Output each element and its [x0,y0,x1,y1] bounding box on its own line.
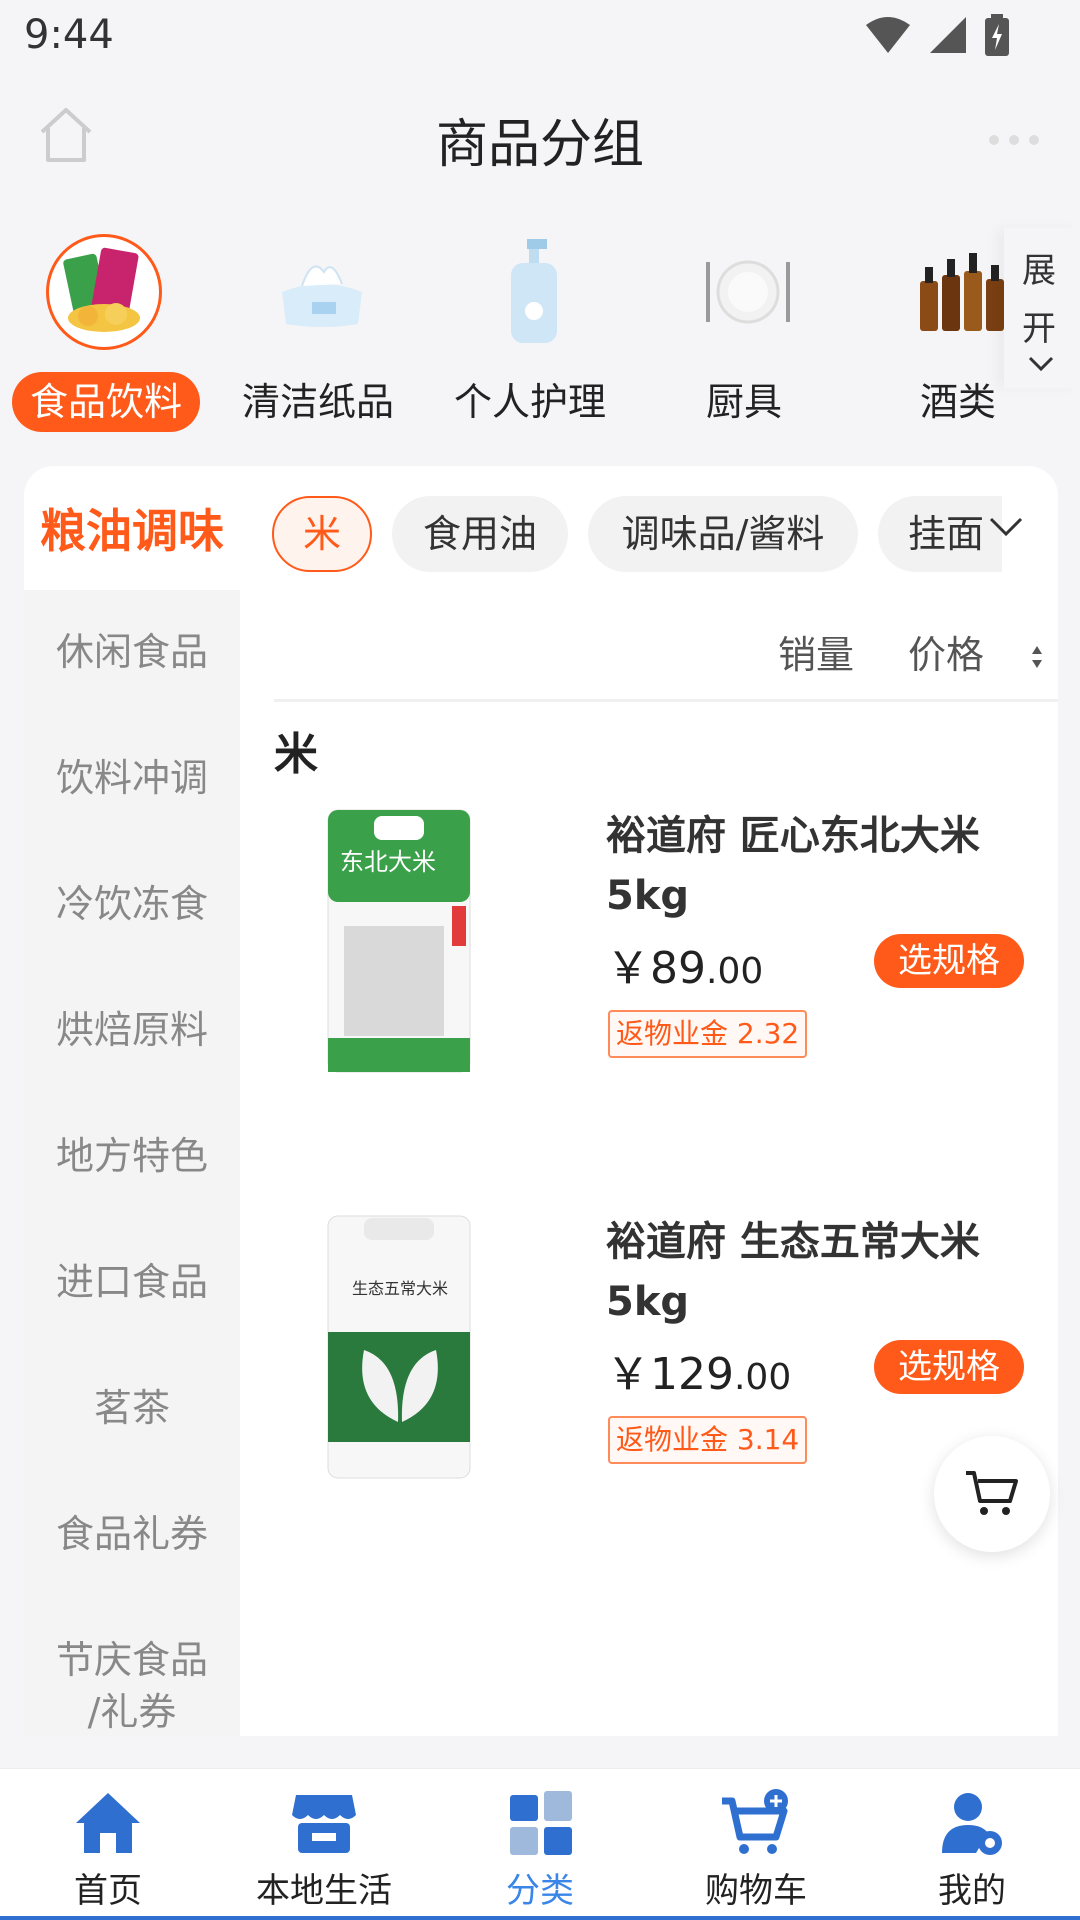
category-icon [510,1791,572,1855]
category-personal-care[interactable]: 个人护理 [430,228,630,448]
category-cleaning-paper[interactable]: 清洁纸品 [218,228,418,448]
tab-home[interactable]: 首页 [0,1769,216,1920]
sort-bar: 销量 价格 [274,606,1058,702]
sidebar-item[interactable]: 饮料冲调 [24,752,240,804]
product-price: ￥89.00 [606,943,764,994]
rebate-badge: 返物业金 3.14 [608,1416,808,1464]
sidebar-item[interactable]: 冷饮冻食 [24,878,240,930]
chevron-down-icon[interactable] [988,516,1024,538]
main-panel: 粮油调味 休闲食品 饮料冲调 冷饮冻食 烘焙原料 地方特色 进口食品 茗茶 食品… [24,466,1058,1736]
user-settings-icon [942,1793,1002,1855]
battery-icon [985,14,1009,56]
sidebar: 休闲食品 饮料冲调 冷饮冻食 烘焙原料 地方特色 进口食品 茗茶 食品礼券 节庆… [24,590,240,1736]
tab-mine[interactable]: 我的 [864,1769,1080,1920]
rebate-badge: 返物业金 2.32 [608,1010,808,1058]
chip-seasoning[interactable]: 调味品/酱料 [588,496,858,572]
chip-rice[interactable]: 米 [272,496,372,572]
sidebar-item[interactable]: 食品礼券 [24,1508,240,1560]
bottom-tab-bar: 首页 本地生活 分类 购物车 我的 [0,1768,1080,1920]
product-name: 裕道府 生态五常大米5kg [606,1219,980,1325]
sort-arrows-icon [1032,646,1042,668]
sidebar-item[interactable]: 烘焙原料 [24,1004,240,1056]
signal-icon [930,17,966,53]
tab-label: 我的 [938,1871,1006,1911]
product-price: ￥129.00 [606,1349,792,1400]
sidebar-item[interactable]: 茗茶 [24,1382,240,1434]
sidebar-item[interactable]: 休闲食品 [24,626,240,678]
snacks-icon [46,234,162,350]
page-title: 商品分组 [435,115,644,175]
category-row: 食品饮料 清洁纸品 个人护理 厨具 酒类 展开 [0,228,1080,448]
chip-oil[interactable]: 食用油 [392,496,568,572]
rice-bag-image: 生态五常大米 [327,1215,471,1479]
bag-label-text: 生态五常大米 [352,1279,448,1298]
rice-bag-image: 东北大米 [327,809,471,1073]
category-kitchenware[interactable]: 厨具 [644,228,844,448]
category-food-drinks[interactable]: 食品饮料 [0,228,200,448]
lotion-bottle-icon [476,234,592,350]
plate-cutlery-icon [690,234,806,350]
sidebar-item[interactable]: 地方特色 [24,1130,240,1182]
category-label: 清洁纸品 [241,380,394,424]
sort-by-price[interactable]: 价格 [908,624,984,679]
section-title: 米 [274,729,318,780]
select-spec-button[interactable]: 选规格 [874,1340,1024,1394]
home-icon [76,1793,140,1853]
status-icons [864,14,1010,56]
category-label: 食品饮料 [12,372,200,432]
chevron-down-icon [1028,356,1054,372]
bag-label-text: 东北大米 [340,849,436,876]
store-icon [292,1795,356,1853]
tab-label: 购物车 [705,1871,807,1911]
sidebar-item-active[interactable]: 粮油调味 [24,466,240,590]
status-bar: 9:44 [0,0,1080,78]
status-time: 9:44 [24,12,114,58]
select-spec-button[interactable]: 选规格 [874,934,1024,988]
tab-label: 首页 [74,1871,142,1911]
tab-label: 分类 [506,1871,574,1911]
wifi-icon [866,17,910,53]
liquor-bottles-icon [904,234,1020,350]
subcategory-chips: 米 食用油 调味品/酱料 挂面 [272,496,1002,576]
cart-add-icon [722,1789,788,1854]
category-label: 个人护理 [453,380,606,424]
product-name: 裕道府 匠心东北大米5kg [606,813,980,919]
tab-label: 本地生活 [256,1871,392,1911]
nav-bar: 商品分组 [0,78,1080,198]
product-card[interactable]: 东北大米 裕道府 匠心东北大米5kg ￥89.00 选规格 返物业金 2.32 [274,806,1058,1106]
chip-noodles[interactable]: 挂面 [878,496,1002,572]
tab-cart[interactable]: 购物车 [648,1769,864,1920]
more-icon[interactable] [986,132,1042,148]
sidebar-item[interactable]: 节庆食品 /礼券 [24,1634,240,1736]
bottom-indicator [0,1916,1080,1920]
expand-button[interactable]: 展开 [1004,228,1080,388]
tab-local-life[interactable]: 本地生活 [216,1769,432,1920]
tab-category[interactable]: 分类 [432,1769,648,1920]
sidebar-item[interactable]: 进口食品 [24,1256,240,1308]
sort-by-sales[interactable]: 销量 [778,624,854,679]
category-label: 厨具 [705,380,782,424]
floating-cart-button[interactable] [934,1436,1050,1552]
tissue-icon [264,234,380,350]
expand-label: 展开 [1022,251,1056,349]
cart-icon [966,1471,1018,1515]
